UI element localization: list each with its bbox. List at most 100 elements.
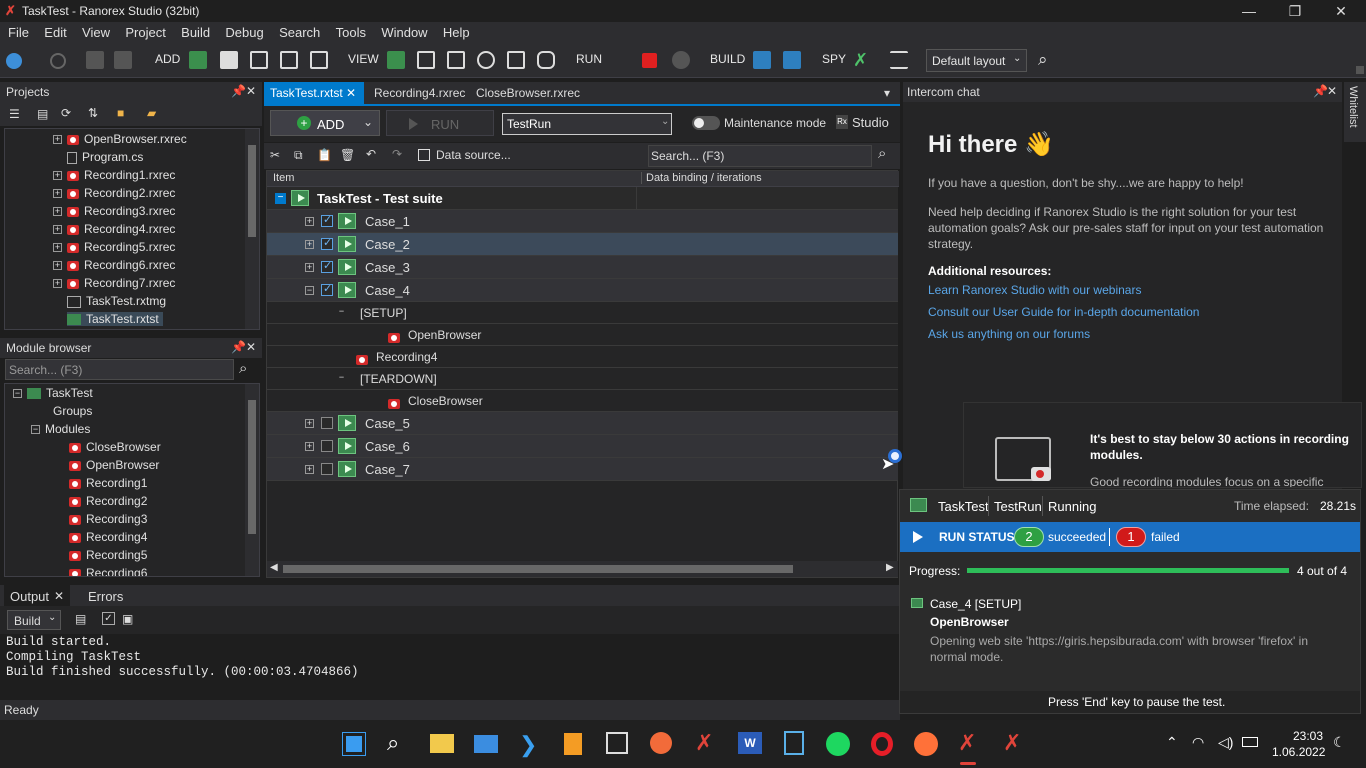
expand-icon[interactable]: + — [305, 240, 314, 249]
case-row-2[interactable]: + Case_2 — [267, 233, 898, 256]
run-config-select[interactable]: TestRun ⌄ — [502, 113, 672, 135]
restore-button[interactable]: ❐ — [1272, 0, 1318, 22]
menu-window[interactable]: Window — [373, 22, 427, 40]
snipping-tool-icon[interactable] — [606, 732, 628, 754]
mail-icon[interactable] — [474, 735, 498, 753]
case-checkbox[interactable] — [321, 463, 333, 475]
view-label[interactable]: VIEW — [348, 52, 379, 66]
spotify-icon[interactable] — [826, 732, 850, 756]
debug-icon[interactable] — [672, 51, 690, 69]
case-row-3[interactable]: + Case_3 — [267, 256, 898, 279]
case-row-1[interactable]: + Case_1 — [267, 210, 898, 233]
tree-item-recording3[interactable]: + Recording3.rxrec — [53, 204, 175, 218]
cut-icon[interactable]: ✂ — [270, 148, 280, 162]
rebuild-icon[interactable] — [783, 51, 801, 69]
ranorex-runner-icon[interactable]: ✗ — [1003, 730, 1021, 756]
collapse-icon[interactable]: − — [275, 193, 286, 204]
suite-hscrollbar[interactable]: ◀ ▶ — [267, 561, 898, 577]
word-icon[interactable]: W — [738, 732, 762, 754]
output-options-icon[interactable]: ▣ — [122, 612, 133, 626]
tree-item-tasktest[interactable]: − TaskTest — [13, 386, 93, 400]
data-source-label[interactable]: Data source... — [436, 148, 511, 162]
view-fingerprint-icon[interactable] — [477, 51, 495, 69]
save-all-icon[interactable] — [114, 51, 132, 69]
tree-item-modules[interactable]: − Modules — [31, 422, 90, 436]
add-code-icon[interactable] — [310, 51, 328, 69]
menu-edit[interactable]: Edit — [36, 22, 66, 40]
link-forums[interactable]: Ask us anything on our forums — [928, 327, 1090, 341]
link-webinars[interactable]: Learn Ranorex Studio with our webinars — [928, 283, 1141, 297]
module-recording6[interactable]: Recording6 — [69, 566, 147, 576]
expand-icon[interactable]: + — [305, 442, 314, 451]
tree-item-tasktest-rxtmg[interactable]: TaskTest.rxtmg — [67, 294, 166, 308]
add-label[interactable]: ADD — [155, 52, 180, 66]
chevron-up-icon[interactable]: ⌃ — [1166, 734, 1178, 751]
view-folder-icon[interactable] — [387, 51, 405, 69]
forward-icon[interactable] — [50, 53, 66, 69]
maintenance-toggle[interactable] — [692, 116, 720, 130]
suite-run-button[interactable]: RUN — [386, 110, 494, 136]
ranorex-icon[interactable]: ✗ — [695, 730, 713, 756]
case-checkbox[interactable] — [321, 259, 333, 273]
search-icon[interactable]: ⌕ — [878, 145, 886, 162]
teardown-module-row[interactable]: CloseBrowser — [267, 390, 898, 412]
module-recording5[interactable]: Recording5 — [69, 548, 147, 562]
module-recording4[interactable]: Recording4 — [69, 530, 147, 544]
data-source-icon[interactable] — [418, 149, 430, 161]
projects-scrollbar[interactable] — [245, 129, 259, 329]
play-icon[interactable] — [913, 531, 923, 543]
tab-errors[interactable]: Errors — [80, 585, 130, 606]
menu-help[interactable]: Help — [435, 22, 470, 40]
case-checkbox[interactable] — [321, 213, 333, 227]
tree-item-recording6[interactable]: + Recording6.rxrec — [53, 258, 175, 272]
paste-icon[interactable]: 📋 — [317, 148, 332, 162]
expand-icon[interactable]: + — [305, 263, 314, 272]
col-item-header[interactable]: Item — [273, 172, 294, 184]
search-icon[interactable]: ⌕ — [387, 730, 399, 756]
minimize-button[interactable]: — — [1226, 0, 1272, 22]
case-row-5[interactable]: + Case_5 — [267, 412, 898, 435]
tab-recording4[interactable]: Recording4.rxrec — [368, 82, 468, 104]
projects-scroll-thumb[interactable] — [248, 145, 256, 237]
col-binding-header[interactable]: Data binding / iterations — [641, 172, 762, 184]
open-folder-icon[interactable]: ▰ — [147, 106, 156, 120]
pin-icon[interactable]: 📌 — [231, 84, 246, 98]
spy-icon[interactable]: ✗ — [853, 51, 871, 69]
menu-build[interactable]: Build — [173, 22, 210, 40]
suite-hscroll-thumb[interactable] — [283, 565, 793, 573]
sublime-icon[interactable] — [564, 733, 582, 755]
case-checkbox[interactable] — [321, 440, 333, 452]
collapse-icon[interactable]: − — [337, 373, 346, 383]
add-recording-icon[interactable] — [220, 51, 238, 69]
collapse-all-icon[interactable]: ☰ — [9, 107, 20, 121]
tree-item-program[interactable]: Program.cs — [67, 150, 143, 164]
case-row-7[interactable]: + Case_7 — [267, 458, 898, 481]
case-row-4[interactable]: − Case_4 — [267, 279, 898, 302]
view-shield-icon[interactable] — [507, 51, 525, 69]
tree-item-recording7[interactable]: + Recording7.rxrec — [53, 276, 175, 290]
close-button[interactable]: ✕ — [1318, 0, 1364, 22]
tab-closebrowser[interactable]: CloseBrowser.rxrec — [470, 82, 584, 104]
case-checkbox[interactable] — [321, 282, 333, 296]
wifi-icon[interactable]: ◠ — [1192, 734, 1204, 751]
tree-item-openbrowser[interactable]: + OpenBrowser.rxrec — [53, 132, 187, 146]
tab-overflow-icon[interactable]: ▾ — [884, 86, 890, 100]
add-folder-icon[interactable] — [189, 51, 207, 69]
setup-module-row[interactable]: OpenBrowser — [267, 324, 898, 346]
add-item-icon[interactable]: ■ — [117, 106, 124, 120]
case-row-6[interactable]: + Case_6 — [267, 435, 898, 458]
postman-icon[interactable] — [650, 732, 672, 754]
notification-icon[interactable]: ☾ — [1333, 734, 1346, 751]
scroll-right-icon[interactable]: ▶ — [886, 562, 894, 573]
tree-item-recording5[interactable]: + Recording5.rxrec — [53, 240, 175, 254]
module-recording1[interactable]: Recording1 — [69, 476, 147, 490]
tree-item-groups[interactable]: Groups — [53, 404, 92, 418]
teardown-row[interactable]: − [TEARDOWN] — [267, 368, 898, 390]
clear-output-icon[interactable]: ▤ — [75, 612, 86, 626]
suite-add-button[interactable]: + ADD ⌄ — [270, 110, 380, 136]
view-database-icon[interactable] — [537, 51, 555, 69]
close-icon[interactable]: ✕ — [246, 340, 256, 354]
expand-icon[interactable]: + — [305, 419, 314, 428]
expand-icon[interactable]: + — [305, 465, 314, 474]
case4-module-row[interactable]: Recording4 — [267, 346, 898, 368]
